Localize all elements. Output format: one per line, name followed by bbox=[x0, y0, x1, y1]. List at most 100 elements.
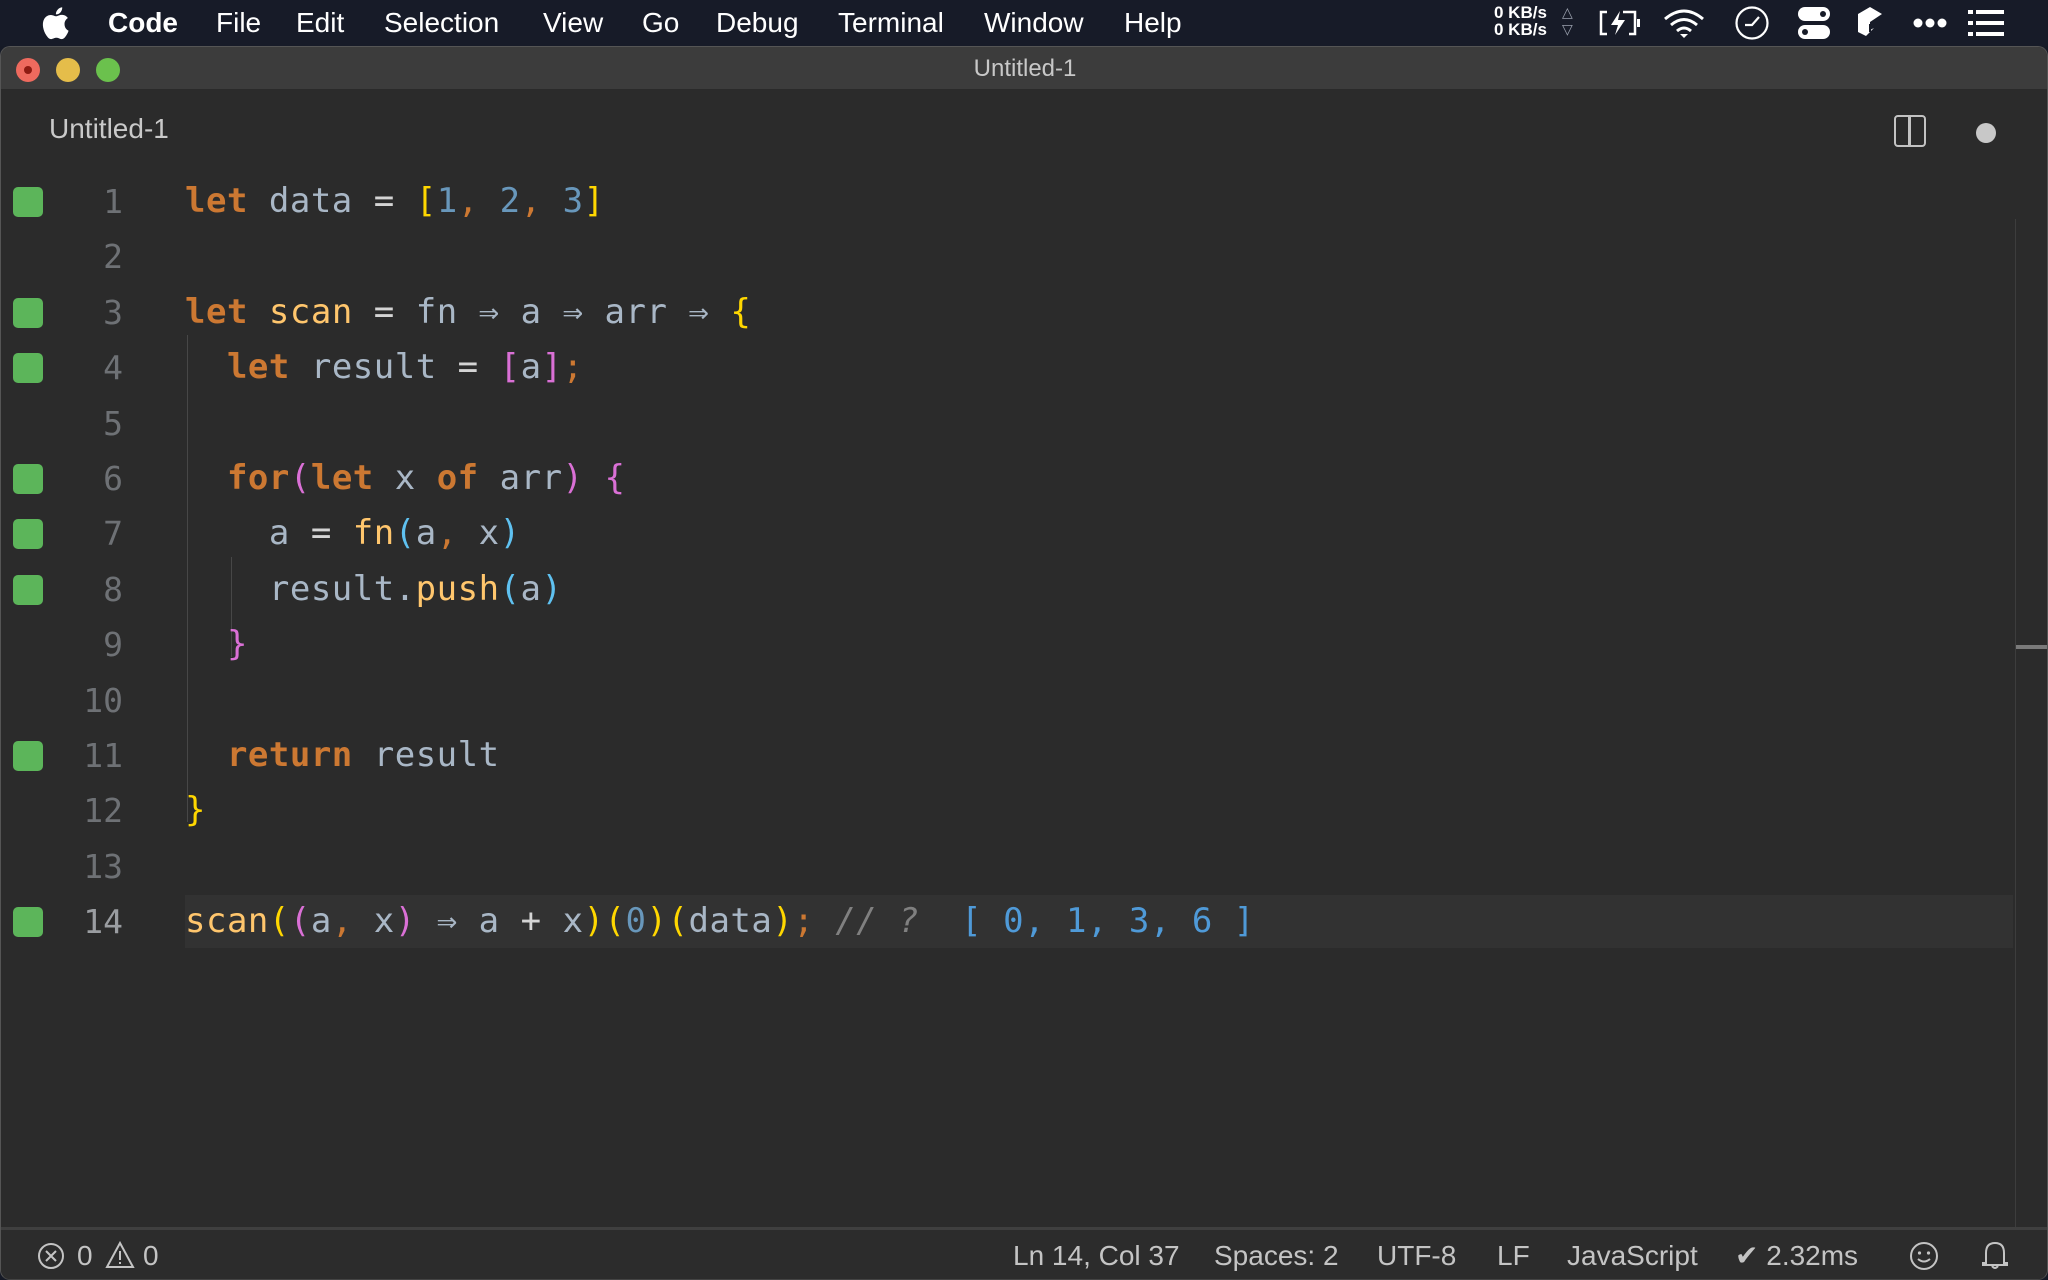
control-center-toggles-icon[interactable] bbox=[1796, 0, 1832, 46]
code-text[interactable]: let scan = fn ⇒ a ⇒ arr ⇒ { bbox=[185, 285, 751, 340]
menu-terminal[interactable]: Terminal bbox=[838, 0, 944, 46]
code-text[interactable]: scan((a, x) ⇒ a + x)(0)(data); // ? [ 0,… bbox=[185, 894, 1255, 949]
menu-file[interactable]: File bbox=[216, 0, 261, 46]
line-number[interactable]: 4 bbox=[61, 340, 123, 395]
split-editor-icon[interactable] bbox=[1894, 115, 1926, 147]
wifi-icon[interactable] bbox=[1660, 0, 1708, 46]
code-text[interactable]: for(let x of arr) { bbox=[185, 451, 626, 506]
window-title: Untitled-1 bbox=[973, 55, 1077, 82]
code-token: fn bbox=[394, 291, 479, 332]
code-token: let bbox=[226, 347, 290, 388]
line-number[interactable]: 3 bbox=[61, 285, 123, 340]
code-token: result bbox=[289, 347, 458, 388]
code-line-7[interactable]: 7 a = fn(a, x) bbox=[1, 506, 2013, 561]
eol-setting[interactable]: LF bbox=[1497, 1230, 1530, 1279]
list-menu-icon[interactable] bbox=[1966, 0, 2006, 46]
vertical-scrollbar[interactable] bbox=[2015, 219, 2047, 1229]
smiley-icon[interactable] bbox=[1909, 1241, 1939, 1271]
line-number[interactable]: 11 bbox=[61, 728, 123, 783]
menu-debug[interactable]: Debug bbox=[716, 0, 799, 46]
line-number[interactable]: 5 bbox=[61, 396, 123, 451]
line-number[interactable]: 7 bbox=[61, 506, 123, 561]
line-number[interactable]: 8 bbox=[61, 562, 123, 617]
menu-selection[interactable]: Selection bbox=[384, 0, 499, 46]
scrollbar-cursor-marker bbox=[2016, 645, 2047, 649]
code-token: ) bbox=[541, 568, 563, 609]
code-token: ) bbox=[583, 901, 605, 942]
code-token: ( bbox=[394, 513, 416, 554]
menu-help[interactable]: Help bbox=[1124, 0, 1182, 46]
code-text[interactable]: return result bbox=[185, 728, 500, 783]
indentation-setting[interactable]: Spaces: 2 bbox=[1214, 1230, 1339, 1279]
code-line-1[interactable]: 1 let data = [1, 2, 3] bbox=[1, 174, 2013, 229]
code-line-8[interactable]: 8 result.push(a) bbox=[1, 562, 2013, 617]
line-number[interactable]: 13 bbox=[61, 839, 123, 894]
menu-edit[interactable]: Edit bbox=[296, 0, 344, 46]
code-editor[interactable]: 1 let data = [1, 2, 3] 2 3 let scan = fn ⇒ a… bbox=[1, 171, 2047, 1229]
line-number[interactable]: 1 bbox=[61, 174, 123, 229]
code-token: of bbox=[436, 458, 479, 498]
app-cube-icon[interactable] bbox=[1852, 0, 1888, 46]
code-token: ⇒ a bbox=[415, 901, 521, 942]
code-token: a bbox=[415, 513, 437, 554]
status-bar: 0 0 Ln 14, Col 37 Spaces: 2 UTF-8 LF Jav… bbox=[1, 1227, 2047, 1279]
code-text[interactable]: let data = [1, 2, 3] bbox=[185, 174, 605, 229]
coverage-marker-icon bbox=[13, 741, 43, 771]
code-token: = bbox=[457, 347, 479, 388]
code-token: ; bbox=[562, 347, 584, 388]
language-mode[interactable]: JavaScript bbox=[1567, 1230, 1698, 1279]
clock-icon[interactable] bbox=[1732, 0, 1772, 46]
code-text[interactable]: a = fn(a, x) bbox=[185, 506, 521, 561]
menu-go[interactable]: Go bbox=[642, 0, 679, 46]
coverage-marker-icon bbox=[13, 187, 43, 217]
code-token: ( bbox=[667, 901, 689, 942]
code-line-12[interactable]: 12} bbox=[1, 783, 2013, 838]
line-number[interactable]: 2 bbox=[61, 229, 123, 284]
quokka-timing[interactable]: ✔ 2.32ms bbox=[1735, 1230, 1858, 1279]
code-token: ] bbox=[541, 347, 563, 388]
code-text[interactable]: } bbox=[185, 783, 206, 838]
code-line-10[interactable]: 10 bbox=[1, 673, 2013, 728]
code-line-9[interactable]: 9 } bbox=[1, 617, 2013, 672]
tab-untitled-1[interactable]: Untitled-1 bbox=[49, 113, 169, 145]
unsaved-dot-icon[interactable] bbox=[1976, 123, 1996, 143]
code-line-11[interactable]: 11 return result bbox=[1, 728, 2013, 783]
battery-charging-icon[interactable] bbox=[1596, 0, 1646, 46]
line-number[interactable]: 14 bbox=[61, 894, 123, 949]
menu-window[interactable]: Window bbox=[984, 0, 1084, 46]
cursor-position[interactable]: Ln 14, Col 37 bbox=[1013, 1230, 1180, 1279]
line-number[interactable]: 6 bbox=[61, 451, 123, 506]
line-number[interactable]: 12 bbox=[61, 783, 123, 838]
code-line-13[interactable]: 13 bbox=[1, 839, 2013, 894]
code-line-3[interactable]: 3 let scan = fn ⇒ a ⇒ arr ⇒ { bbox=[1, 285, 2013, 340]
code-text[interactable]: } bbox=[185, 617, 248, 672]
code-text[interactable]: result.push(a) bbox=[185, 562, 563, 617]
bell-icon[interactable] bbox=[1981, 1239, 2009, 1271]
code-line-14[interactable]: 14 scan((a, x) ⇒ a + x)(0)(data); // ? [ … bbox=[1, 894, 2013, 949]
coverage-marker-icon bbox=[13, 353, 43, 384]
window-titlebar[interactable]: Untitled-1 bbox=[1, 47, 2047, 90]
line-number[interactable]: 9 bbox=[61, 617, 123, 672]
code-line-2[interactable]: 2 bbox=[1, 229, 2013, 284]
apple-logo-icon[interactable] bbox=[40, 6, 70, 40]
code-token: x bbox=[373, 458, 437, 498]
menu-app-code[interactable]: Code bbox=[108, 0, 178, 46]
line-number[interactable]: 10 bbox=[61, 673, 123, 728]
encoding-setting[interactable]: UTF-8 bbox=[1377, 1230, 1456, 1279]
code-text[interactable]: let result = [a]; bbox=[185, 340, 584, 395]
menu-view[interactable]: View bbox=[543, 0, 603, 46]
code-line-4[interactable]: 4 let result = [a]; bbox=[1, 340, 2013, 395]
code-line-5[interactable]: 5 bbox=[1, 396, 2013, 451]
code-line-6[interactable]: 6 for(let x of arr) { bbox=[1, 451, 2013, 506]
code-token: = bbox=[310, 513, 332, 554]
code-token: ⇒ bbox=[562, 291, 584, 332]
more-dots-icon[interactable] bbox=[1910, 0, 1950, 46]
code-token: ) bbox=[394, 901, 416, 942]
